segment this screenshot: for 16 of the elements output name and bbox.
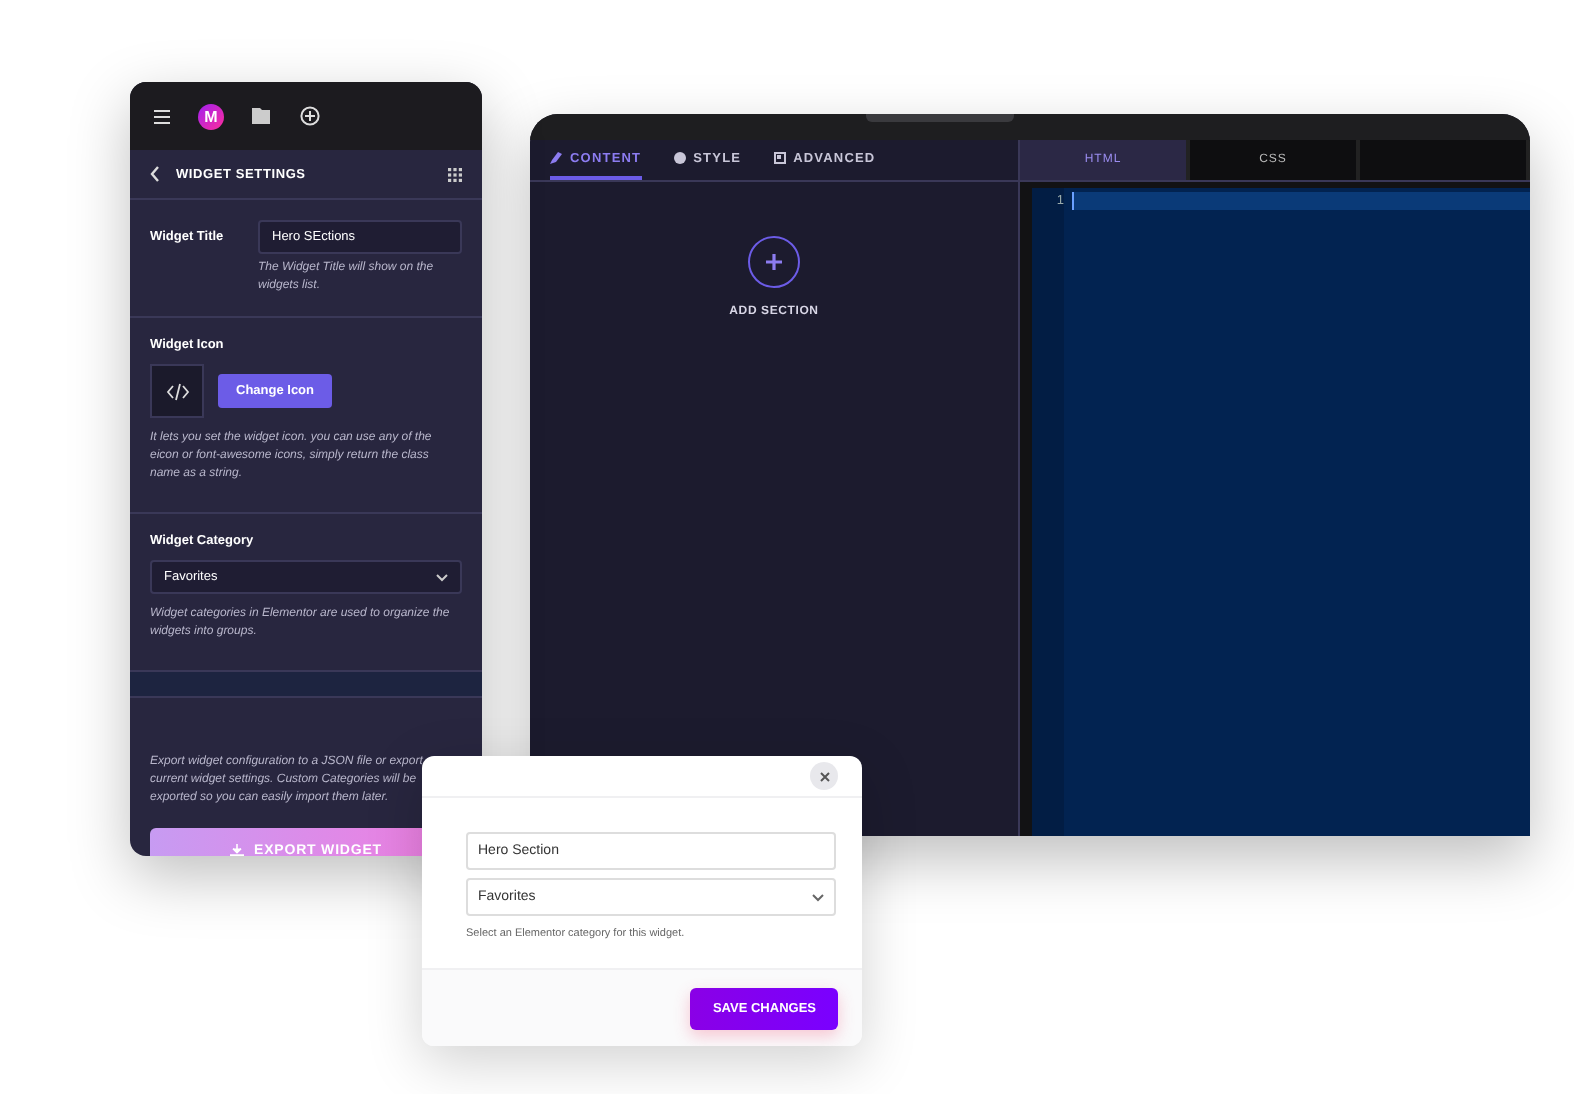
app-logo[interactable]: M: [198, 103, 224, 129]
menu-icon[interactable]: [154, 109, 170, 123]
chevron-down-icon: [812, 893, 824, 901]
palette-icon: [673, 152, 686, 164]
add-section-button[interactable]: [748, 236, 800, 288]
close-icon[interactable]: [810, 762, 838, 790]
back-icon[interactable]: [150, 166, 160, 182]
grid-icon[interactable]: [448, 167, 462, 181]
add-circle-icon[interactable]: [300, 106, 320, 126]
download-icon: [230, 844, 245, 856]
layout-icon: [773, 152, 786, 164]
code-icon[interactable]: [150, 364, 204, 418]
chevron-down-icon: [436, 573, 448, 581]
plus-icon: [766, 254, 782, 270]
folder-icon[interactable]: [252, 108, 272, 124]
pencil-icon: [550, 152, 562, 164]
